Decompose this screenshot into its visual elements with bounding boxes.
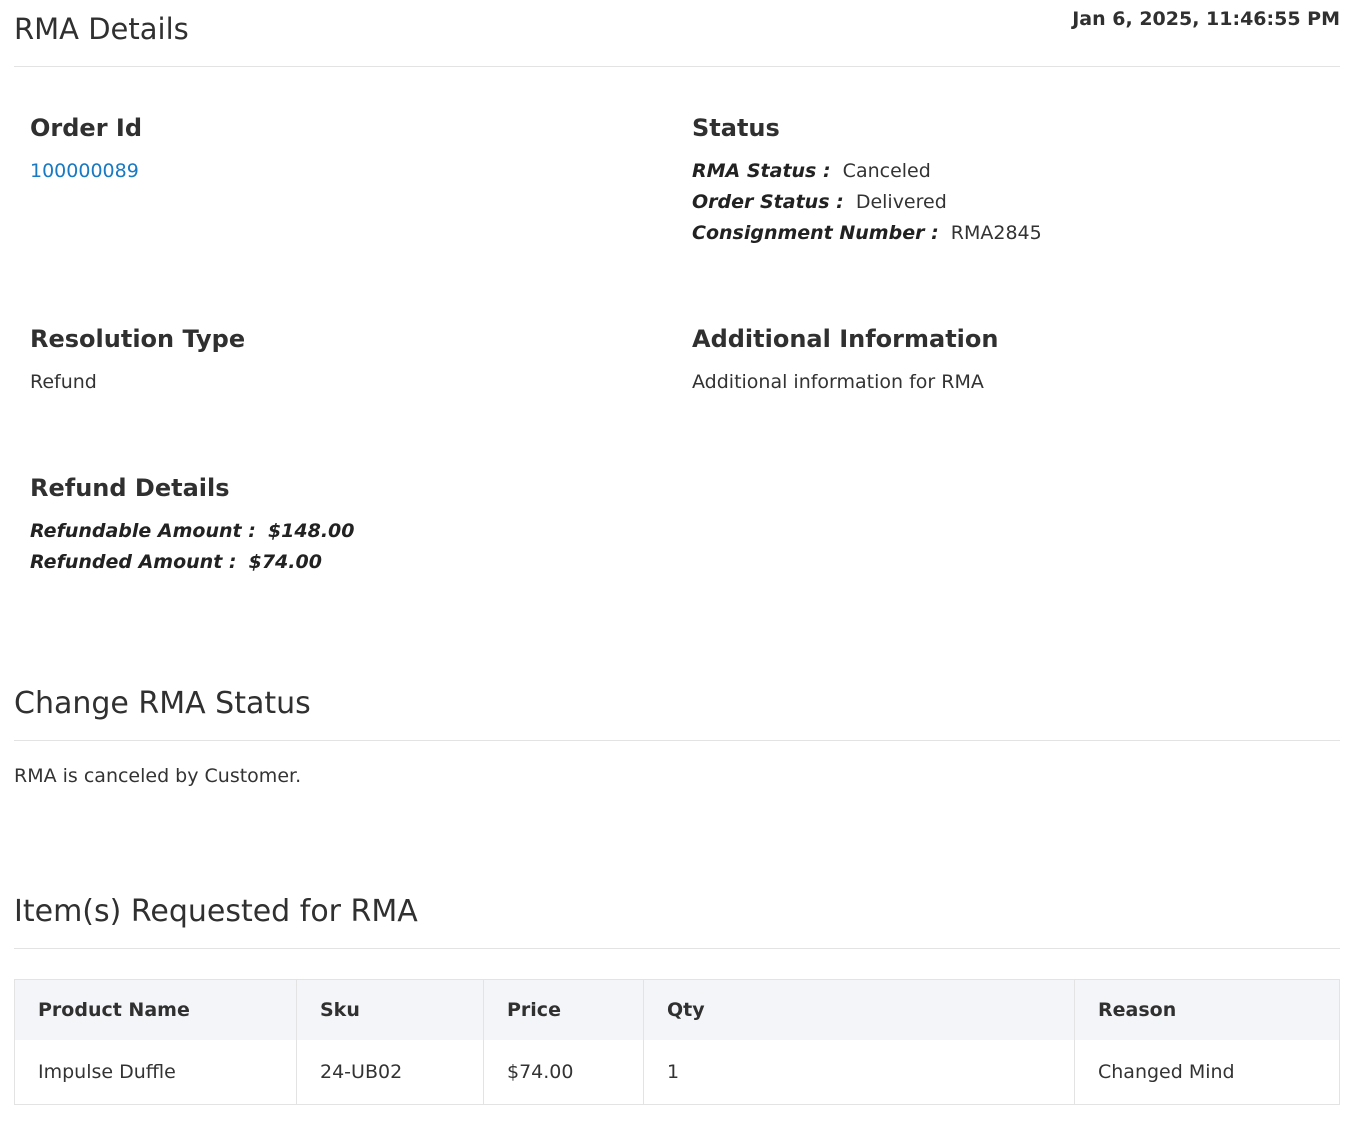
additional-info-value: Additional information for RMA: [692, 371, 984, 393]
rma-timestamp: Jan 6, 2025, 11:46:55 PM: [1072, 8, 1340, 30]
refundable-label: Refundable Amount :: [30, 520, 256, 542]
resolution-value: Refund: [30, 371, 97, 393]
column-header-price: Price: [483, 979, 644, 1040]
column-header-reason: Reason: [1074, 979, 1340, 1040]
refundable-value: $148.00: [267, 520, 355, 542]
change-status-heading: Change RMA Status: [14, 686, 311, 721]
resolution-block: Resolution Type Refund: [30, 325, 650, 398]
order-id-heading: Order Id: [30, 114, 142, 142]
table-row: Impulse Duffle 24-UB02 $74.00 1 Changed …: [14, 1040, 1340, 1105]
status-heading: Status: [692, 114, 780, 142]
refunded-value: $74.00: [248, 551, 322, 573]
refunded-row: Refunded Amount : $74.00: [30, 547, 650, 578]
resolution-heading: Resolution Type: [30, 325, 246, 353]
order-status-label: Order Status :: [692, 191, 844, 213]
page-header: RMA Details Jan 6, 2025, 11:46:55 PM: [14, 0, 1340, 67]
column-header-qty: Qty: [643, 979, 1075, 1040]
additional-info-block: Additional Information Additional inform…: [692, 325, 1312, 398]
order-status-value: Delivered: [855, 191, 947, 213]
additional-info-heading: Additional Information: [692, 325, 999, 353]
cell-product-name: Impulse Duffle: [14, 1040, 297, 1105]
rma-status-row: RMA Status : Canceled: [692, 156, 1312, 187]
cell-price: $74.00: [483, 1040, 644, 1105]
items-heading: Item(s) Requested for RMA: [14, 894, 418, 929]
order-status-row: Order Status : Delivered: [692, 187, 1312, 218]
change-status-message: RMA is canceled by Customer.: [14, 765, 302, 787]
order-id-block: Order Id 100000089: [30, 114, 650, 187]
page-title: RMA Details: [14, 12, 189, 46]
items-table-header-row: Product Name Sku Price Qty Reason: [14, 979, 1340, 1040]
rma-status-label: RMA Status :: [692, 160, 831, 182]
rma-status-value: Canceled: [842, 160, 931, 182]
cell-qty: 1: [643, 1040, 1075, 1105]
order-id-link[interactable]: 100000089: [30, 160, 139, 182]
change-status-section: Change RMA Status: [14, 680, 1340, 741]
column-header-sku: Sku: [296, 979, 484, 1040]
refund-details-block: Refund Details Refundable Amount : $148.…: [30, 474, 650, 578]
consignment-value: RMA2845: [950, 222, 1042, 244]
refundable-row: Refundable Amount : $148.00: [30, 516, 650, 547]
cell-sku: 24-UB02: [296, 1040, 484, 1105]
refund-details-heading: Refund Details: [30, 474, 230, 502]
consignment-label: Consignment Number :: [692, 222, 939, 244]
refunded-label: Refunded Amount :: [30, 551, 237, 573]
column-header-product-name: Product Name: [14, 979, 297, 1040]
items-table: Product Name Sku Price Qty Reason Impuls…: [14, 979, 1340, 1105]
items-section: Item(s) Requested for RMA: [14, 888, 1340, 949]
status-block: Status RMA Status : Canceled Order Statu…: [692, 114, 1312, 249]
consignment-row: Consignment Number : RMA2845: [692, 218, 1312, 249]
cell-reason: Changed Mind: [1074, 1040, 1340, 1105]
